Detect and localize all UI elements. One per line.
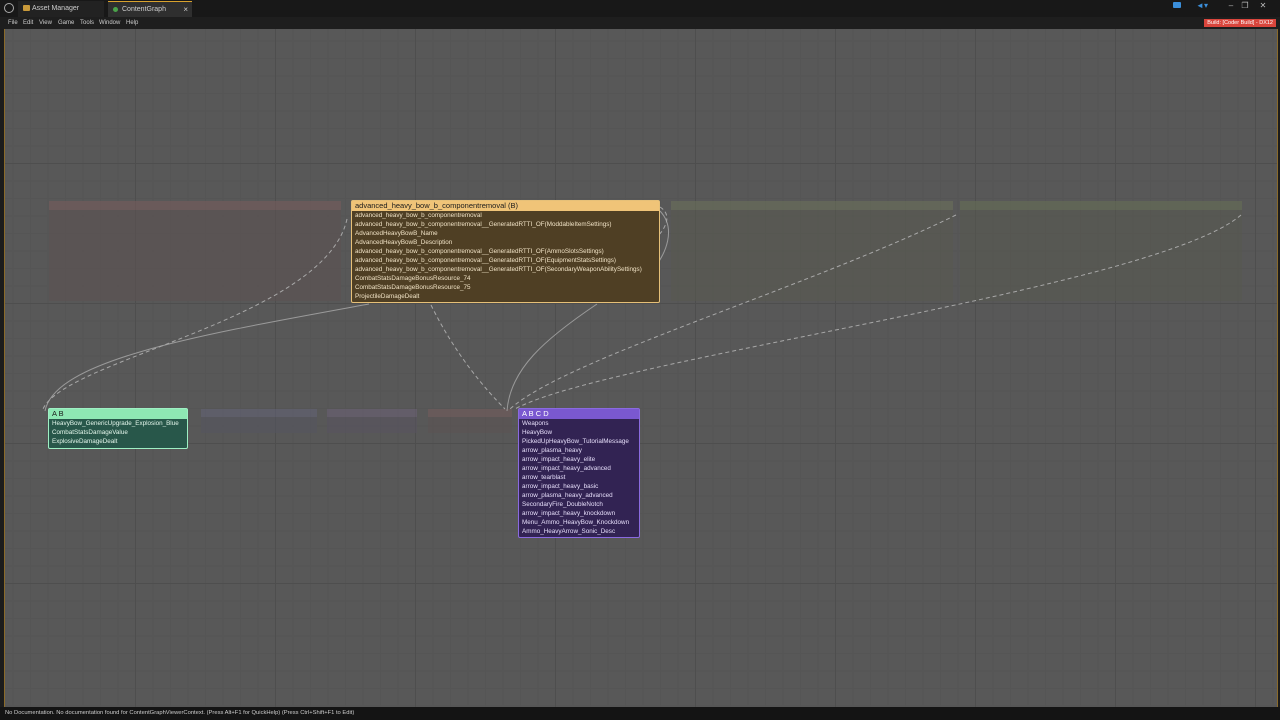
menu-window[interactable]: Window: [99, 17, 120, 29]
wire-solid: [44, 303, 370, 412]
connection-wires: [42, 206, 1242, 412]
wire-dashed: [42, 218, 348, 410]
node-entry: ExplosiveDamageDealt: [52, 438, 118, 445]
menu-tools[interactable]: Tools: [80, 17, 94, 29]
tab-label: Asset Manager: [32, 5, 80, 12]
menu-help[interactable]: Help: [126, 17, 138, 29]
wire-dashed: [430, 304, 506, 410]
status-text: No Documentation. No documentation found…: [5, 710, 355, 716]
node-entry: ProjectileDamageDealt: [355, 293, 420, 300]
menu-file[interactable]: File: [8, 17, 18, 29]
close-window-icon[interactable]: ✕: [1256, 0, 1270, 12]
menu-bar: File Edit View Game Tools Window Help Bu…: [0, 17, 1280, 29]
wire-solid: [506, 303, 598, 412]
node-entry: PickedUpHeavyBow_TutorialMessage: [522, 438, 629, 445]
node-entry: advanced_heavy_bow_b_componentremoval__G…: [355, 221, 612, 228]
app-logo-icon: [4, 3, 14, 13]
tab-content-graph[interactable]: ContentGraph ×: [108, 1, 192, 17]
tab-label: ContentGraph: [122, 6, 166, 13]
node-entry: arrow_impact_heavy_advanced: [522, 465, 611, 472]
node-entry: Ammo_HeavyArrow_Sonic_Desc: [522, 528, 616, 535]
node-entry: advanced_heavy_bow_b_componentremoval__G…: [355, 266, 642, 273]
node-title: advanced_heavy_bow_b_componentremoval (B…: [352, 201, 659, 211]
node-entry: arrow_impact_heavy_elite: [522, 456, 596, 463]
node-entry: Weapons: [522, 420, 549, 427]
menu-game[interactable]: Game: [58, 17, 74, 29]
node-entry: arrow_plasma_heavy: [522, 447, 582, 454]
node-entry: CombatStatsDamageBonusResource_75: [355, 284, 471, 291]
node-entry: arrow_tearblast: [522, 474, 566, 481]
node-a-b-c-d[interactable]: A B C D Weapons HeavyBow PickedUpHeavyBo…: [518, 408, 640, 538]
node-entry: arrow_impact_heavy_basic: [522, 483, 599, 490]
close-tab-icon[interactable]: ×: [183, 2, 188, 17]
title-bar: Asset Manager ContentGraph × ◄▾ – ❐ ✕: [0, 0, 1280, 17]
build-badge: Build: [Coder Build] - DX12: [1204, 19, 1276, 27]
status-bar: No Documentation. No documentation found…: [0, 707, 1280, 720]
node-entry: Menu_Ammo_HeavyBow_Knockdown: [522, 519, 630, 526]
node-entry: CombatStatsDamageValue: [52, 429, 128, 436]
folder-icon: [23, 5, 30, 11]
node-advanced-heavy-bow[interactable]: advanced_heavy_bow_b_componentremoval (B…: [351, 200, 660, 303]
node-entry: arrow_impact_heavy_knockdown: [522, 510, 616, 517]
node-a-b[interactable]: A B HeavyBow_GenericUpgrade_Explosion_Bl…: [48, 408, 188, 449]
node-entry: advanced_heavy_bow_b_componentremoval__G…: [355, 248, 604, 255]
share-icon[interactable]: ◄▾: [1192, 0, 1212, 12]
restore-icon[interactable]: ❐: [1238, 0, 1252, 12]
content-graph-canvas[interactable]: [4, 29, 1278, 707]
node-title: A B C D: [519, 409, 639, 419]
minimize-icon[interactable]: –: [1224, 0, 1238, 12]
menu-edit[interactable]: Edit: [23, 17, 33, 29]
node-entry: AdvancedHeavyBowB_Name: [355, 230, 438, 237]
node-entry: SecondaryFire_DoubleNotch: [522, 501, 603, 508]
node-entry: AdvancedHeavyBowB_Description: [355, 239, 453, 246]
node-entry: HeavyBow_GenericUpgrade_Explosion_Blue: [52, 420, 179, 427]
node-entry: advanced_heavy_bow_b_componentremoval__G…: [355, 257, 617, 264]
tab-asset-manager[interactable]: Asset Manager: [18, 1, 104, 17]
chat-icon[interactable]: [1170, 0, 1184, 12]
graph-icon: [113, 7, 118, 12]
node-title: A B: [49, 409, 187, 419]
node-entry: arrow_plasma_heavy_advanced: [522, 492, 613, 499]
menu-view[interactable]: View: [39, 17, 52, 29]
node-entry: HeavyBow: [522, 429, 553, 436]
node-entry: advanced_heavy_bow_b_componentremoval: [355, 212, 482, 219]
node-entry: CombatStatsDamageBonusResource_74: [355, 275, 471, 282]
